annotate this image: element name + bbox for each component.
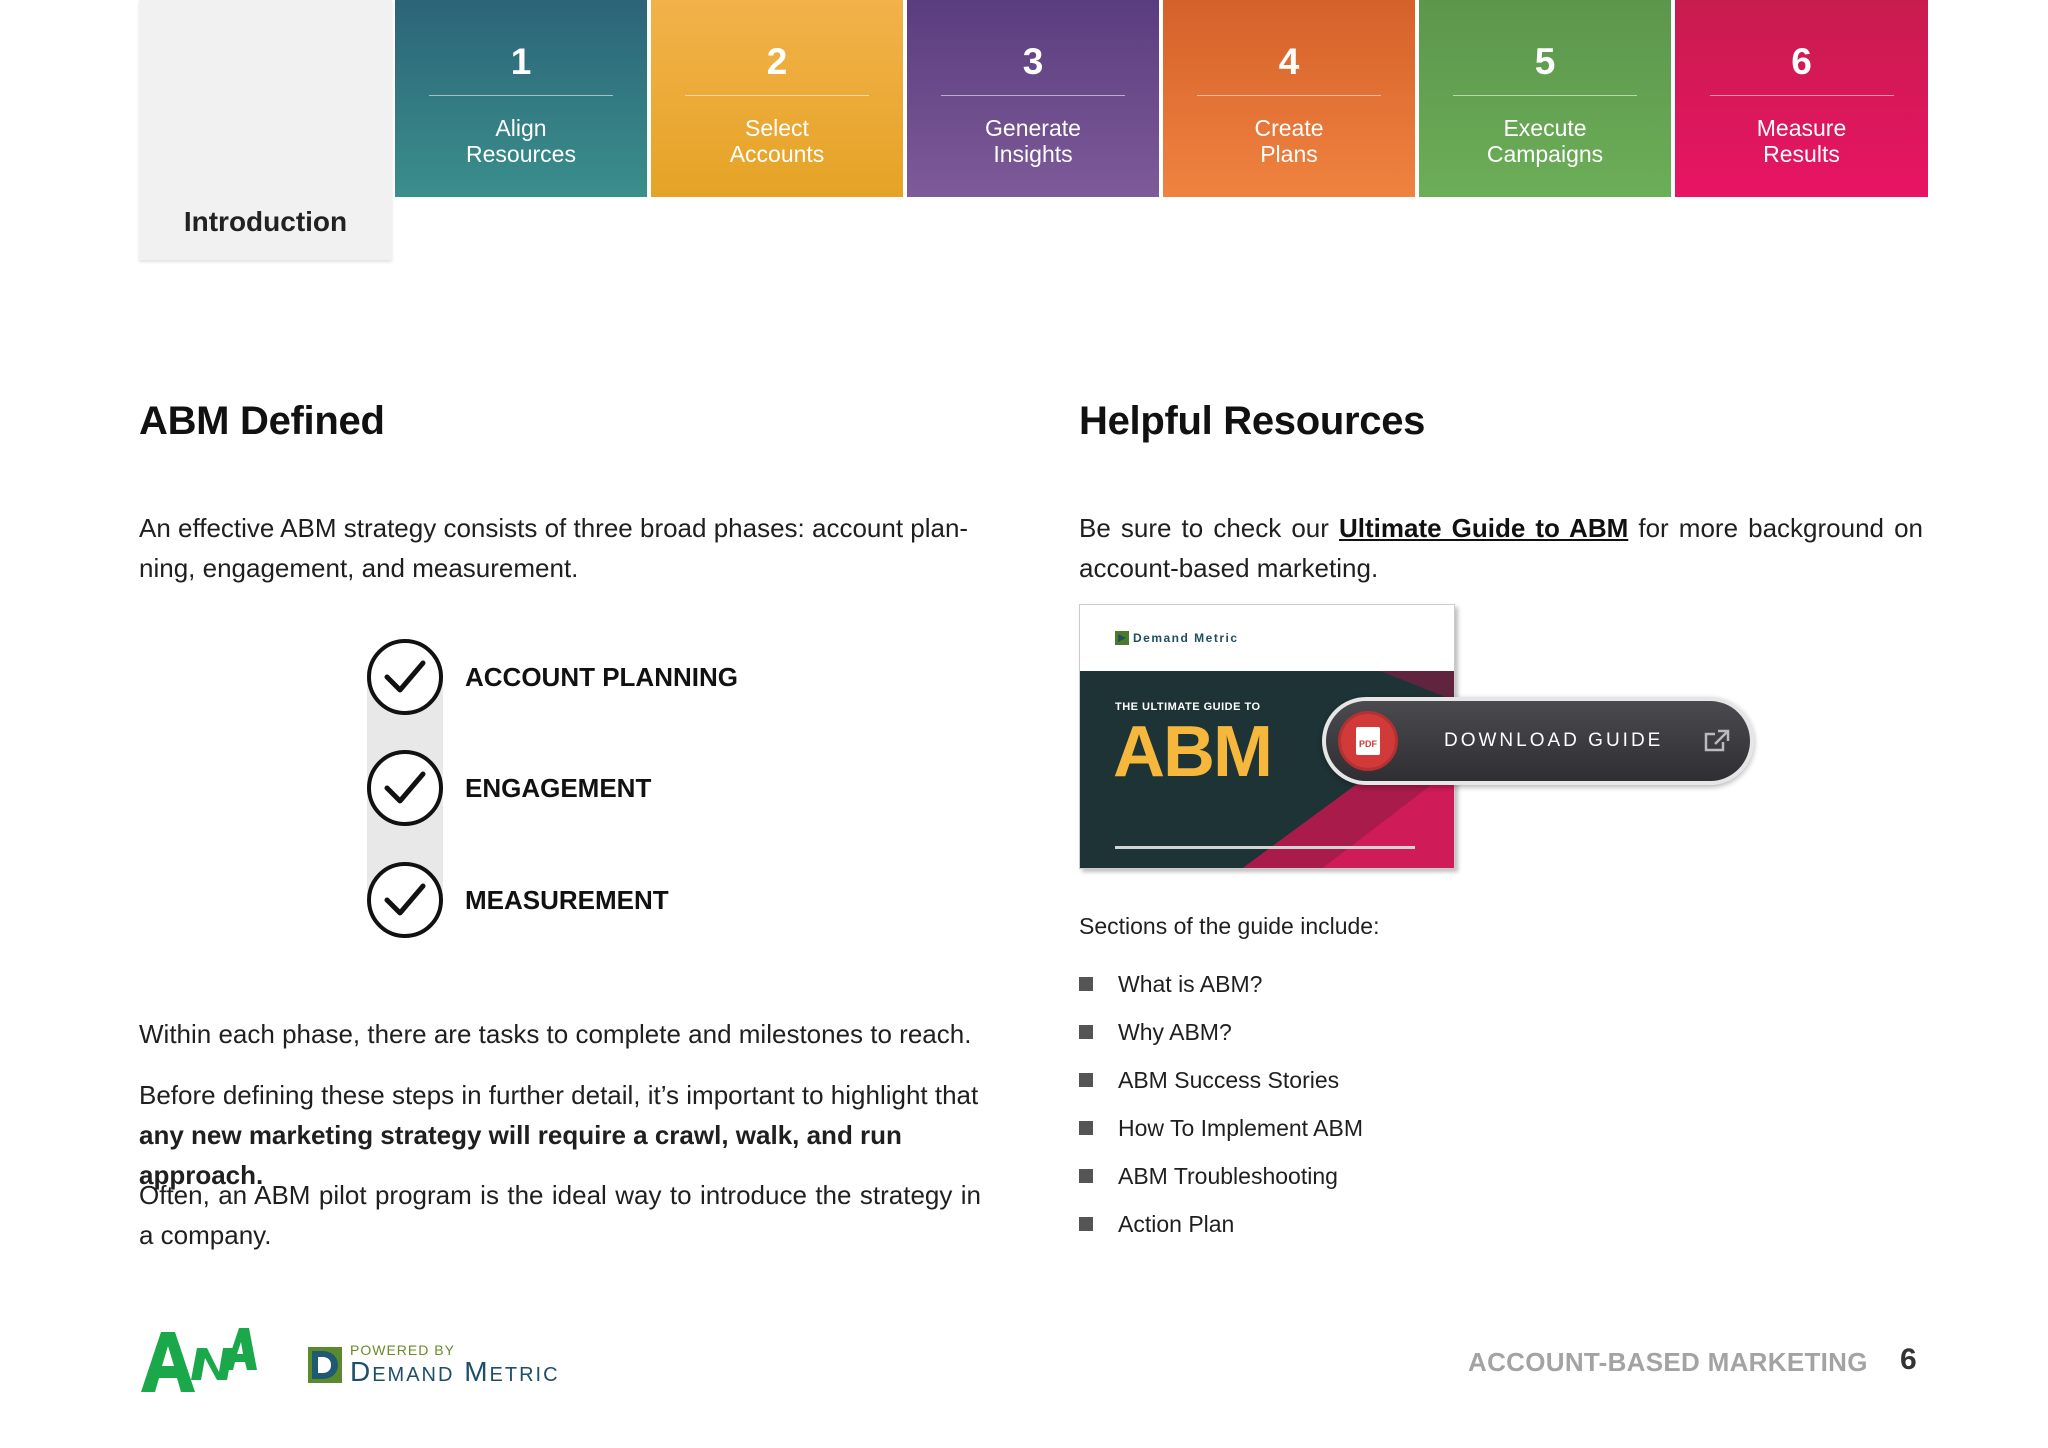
step-label: Execute Campaigns (1486, 115, 1604, 167)
step-number: 3 (1022, 41, 1044, 82)
bullet-square-icon (1079, 1121, 1093, 1135)
section-nav: Introduction 1 Align Resources 2 Select … (139, 0, 1930, 262)
list-item-label: ABM Success Stories (1118, 1066, 1340, 1093)
list-item: ABM Troubleshooting (1079, 1152, 1363, 1200)
step-divider (1197, 95, 1381, 96)
helpful-resources-intro: Be sure to check our Ultimate Guide to A… (1079, 508, 1923, 588)
list-item: How To Implement ABM (1079, 1104, 1363, 1152)
tab-step-6[interactable]: 6 Measure Results (1675, 0, 1928, 197)
tab-step-3[interactable]: 3 Generate Insights (907, 0, 1159, 197)
tab-step-4[interactable]: 4 Create Plans (1163, 0, 1415, 197)
tab-step-1[interactable]: 1 Align Resources (395, 0, 647, 197)
list-item: ABM Success Stories (1079, 1056, 1363, 1104)
list-item: Action Plan (1079, 1200, 1363, 1248)
step-divider (1709, 95, 1894, 96)
guide-sections-list: What is ABM? Why ABM? ABM Success Storie… (1079, 960, 1363, 1248)
phase-engagement: ENGAGEMENT (367, 750, 867, 826)
abm-defined-intro: An effective ABM strategy consists of th… (139, 513, 969, 583)
checkmark-icon (367, 750, 443, 826)
external-link-icon (1705, 729, 1730, 752)
intro-before-link: Be sure to check our (1079, 513, 1339, 543)
step-number: 4 (1278, 41, 1300, 82)
list-item-label: Why ABM? (1118, 1018, 1232, 1045)
abm-defined-heading: ABM Defined (139, 399, 385, 443)
step-number: 6 (1791, 41, 1812, 82)
phase-measurement: MEASUREMENT (367, 862, 867, 938)
tab-introduction[interactable]: Introduction (139, 0, 392, 260)
crawl-walk-run-plain: Before defining these steps in further d… (139, 1080, 979, 1110)
ultimate-guide-link[interactable]: Ultimate Guide to ABM (1339, 513, 1628, 543)
pdf-icon: PDF (1338, 711, 1398, 771)
step-divider (685, 95, 869, 96)
cover-title: ABM (1113, 712, 1273, 792)
phase-label: MEASUREMENT (465, 884, 669, 915)
bullet-square-icon (1079, 1025, 1093, 1039)
bullet-square-icon (1079, 1217, 1093, 1231)
list-item-label: What is ABM? (1118, 970, 1263, 997)
tab-step-2[interactable]: 2 Select Accounts (651, 0, 903, 197)
bullet-square-icon (1079, 1169, 1093, 1183)
ana-logo (139, 1322, 257, 1399)
step-number: 5 (1534, 41, 1556, 82)
list-item-label: How To Implement ABM (1118, 1114, 1364, 1141)
checkmark-icon (367, 862, 443, 938)
cover-header: Demand Metric (1080, 605, 1454, 671)
step-label: Align Resources (466, 115, 576, 167)
phase-tasks-text: Within each phase, there are tasks to co… (139, 1019, 972, 1049)
list-item: What is ABM? (1079, 960, 1363, 1008)
step-number: 2 (766, 41, 788, 82)
step-label: Create Plans (1254, 115, 1324, 167)
demand-metric-logo: POWERED BY Demand Metric (308, 1343, 560, 1387)
step-divider (1453, 95, 1637, 96)
page-number: 6 (1900, 1343, 1917, 1376)
download-guide-label: DOWNLOAD GUIDE (1444, 730, 1664, 751)
step-label: Generate Insights (985, 115, 1081, 167)
sections-intro: Sections of the guide include: (1079, 913, 1380, 939)
list-item-label: Action Plan (1118, 1210, 1235, 1237)
demand-metric-text: POWERED BY Demand Metric (350, 1343, 560, 1387)
step-label: Select Accounts (729, 115, 825, 167)
tab-introduction-label: Introduction (183, 206, 348, 237)
list-item-label: ABM Troubleshooting (1118, 1162, 1338, 1189)
pilot-program-text: Often, an ABM pilot program is the ideal… (139, 1180, 981, 1250)
helpful-resources-heading: Helpful Resources (1079, 399, 1426, 443)
demand-metric-mark-icon (308, 1347, 342, 1383)
list-item: Why ABM? (1079, 1008, 1363, 1056)
tab-step-5[interactable]: 5 Execute Campaigns (1419, 0, 1671, 197)
step-divider (429, 95, 613, 96)
demand-metric-name: Demand Metric (350, 1356, 560, 1387)
cover-logo-text: Demand Metric (1133, 631, 1239, 645)
demand-metric-mark-icon (1115, 631, 1129, 645)
footer-title: ACCOUNT-BASED MARKETING (1468, 1347, 1868, 1377)
phase-account-planning: ACCOUNT PLANNING (367, 639, 867, 715)
bullet-square-icon (1079, 977, 1093, 991)
download-guide-button[interactable]: PDF DOWNLOAD GUIDE (1322, 697, 1754, 785)
phase-label: ENGAGEMENT (465, 772, 652, 803)
powered-by-text: POWERED BY (350, 1342, 455, 1358)
step-divider (941, 95, 1125, 96)
bullet-square-icon (1079, 1073, 1093, 1087)
pdf-badge-text: PDF (1359, 739, 1378, 749)
step-number: 1 (510, 41, 532, 82)
phase-label: ACCOUNT PLANNING (465, 661, 738, 692)
checkmark-icon (367, 639, 443, 715)
step-label: Measure Results (1756, 115, 1847, 167)
cover-rule (1115, 846, 1415, 849)
